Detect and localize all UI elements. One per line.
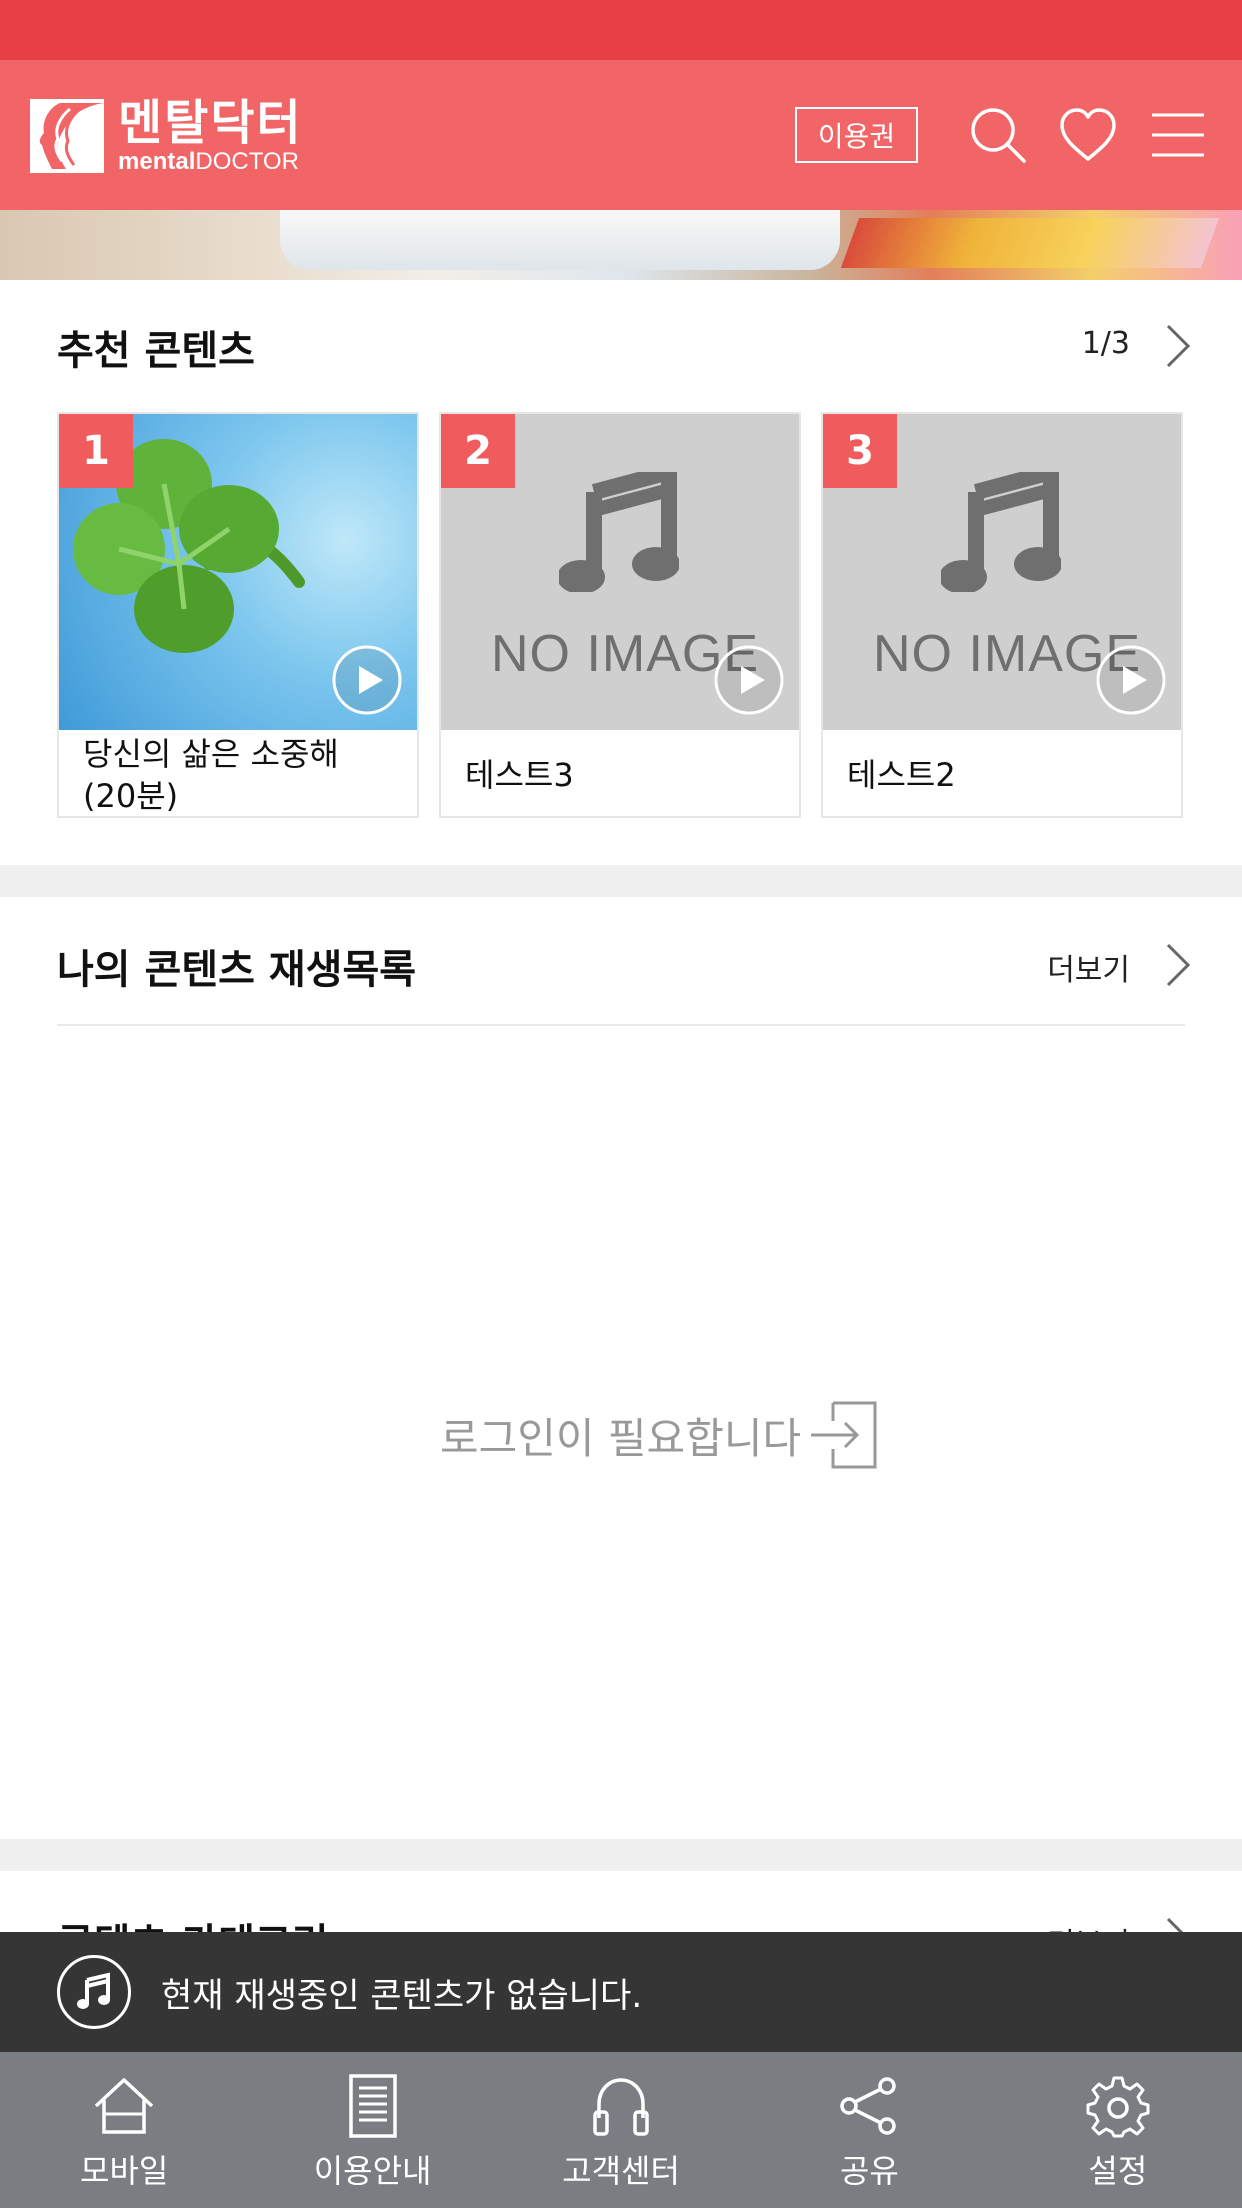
tab-settings[interactable]: 설정 [994,2052,1242,2208]
tab-mobile[interactable]: 모바일 [0,2052,248,2208]
headphones-icon [593,2078,649,2136]
now-playing-bar[interactable]: 현재 재생중인 콘텐츠가 없습니다. [0,1932,1242,2052]
app-header: 멘탈닥터 mentalDOCTOR 이용권 [0,60,1242,210]
tab-label: 모바일 [80,2152,169,2190]
tab-guide[interactable]: 이용안내 [248,2052,496,2208]
tab-label: 설정 [1088,2152,1148,2190]
recommended-title: 추천 콘텐츠 [57,328,255,374]
ticket-button[interactable]: 이용권 [795,107,918,163]
rank-badge: 2 [441,414,515,488]
section-gap [0,865,1242,897]
playlist-more-link[interactable]: 더보기 [1047,945,1130,989]
category-more-link[interactable]: 더보기 [1047,1919,1130,1932]
rank-badge: 1 [59,414,133,488]
tab-support[interactable]: 고객센터 [497,2052,745,2208]
home-icon [95,2078,154,2134]
playlist-section: 나의 콘텐츠 재생목록 더보기 [0,897,1242,1839]
logo[interactable]: 멘탈닥터 mentalDOCTOR [30,96,303,176]
bottom-tab-bar: 모바일 이용안내 고객센터 공유 설정 [0,2052,1242,2208]
status-bar [0,0,1242,60]
chevron-right-icon[interactable] [1164,324,1192,368]
play-icon[interactable] [331,644,403,716]
tab-label: 공유 [839,2152,899,2190]
banner-image[interactable] [0,210,1242,280]
category-title: 콘텐츠 카테고리 [57,1911,329,1932]
card-thumbnail: 1 [59,414,417,730]
rank-badge: 3 [823,414,897,488]
gear-icon [1086,2076,1150,2138]
section-gap [0,1839,1242,1871]
play-icon[interactable] [713,644,785,716]
logo-english: mentalDOCTOR [118,148,299,175]
playlist-title: 나의 콘텐츠 재생목록 [57,947,417,993]
logo-korean: 멘탈닥터 [118,95,303,151]
card-title: 당신의 삶은 소중해 (20분) [83,735,339,815]
chevron-right-icon[interactable] [1164,1917,1192,1932]
document-icon [348,2074,397,2138]
player-status-text: 현재 재생중인 콘텐츠가 없습니다. [161,1975,643,2016]
play-icon[interactable] [1095,644,1167,716]
card-title: 테스트2 [847,756,956,794]
card-title: 테스트3 [465,756,574,794]
chevron-right-icon[interactable] [1164,943,1192,987]
login-icon [811,1401,877,1469]
login-required-text: 로그인이 필요합니다 [440,1413,802,1463]
logo-mark-icon [30,99,104,173]
music-note-icon [941,472,1061,592]
share-icon [840,2077,897,2135]
login-required-link[interactable]: 로그인이 필요합니다 [440,1400,881,1470]
tab-label: 이용안내 [313,2152,432,2190]
content-card-1[interactable]: 1 당신의 삶은 소중해 (20분) [57,412,419,818]
content-card-3[interactable]: NO IMAGE 3 테스트2 [821,412,1183,818]
content-card-2[interactable]: NO IMAGE 2 테스트3 [439,412,801,818]
music-note-icon [559,472,679,592]
card-thumbnail: NO IMAGE 3 [823,414,1181,730]
search-icon[interactable] [968,105,1028,165]
card-thumbnail: NO IMAGE 2 [441,414,799,730]
tab-share[interactable]: 공유 [745,2052,993,2208]
tab-label: 고객센터 [562,2152,680,2190]
category-section: 콘텐츠 카테고리 더보기 [0,1871,1242,1932]
divider [57,1024,1185,1026]
menu-icon[interactable] [1148,105,1208,165]
music-note-icon [57,1955,131,2029]
heart-icon[interactable] [1058,105,1118,165]
recommended-pager: 1/3 [1081,326,1130,361]
